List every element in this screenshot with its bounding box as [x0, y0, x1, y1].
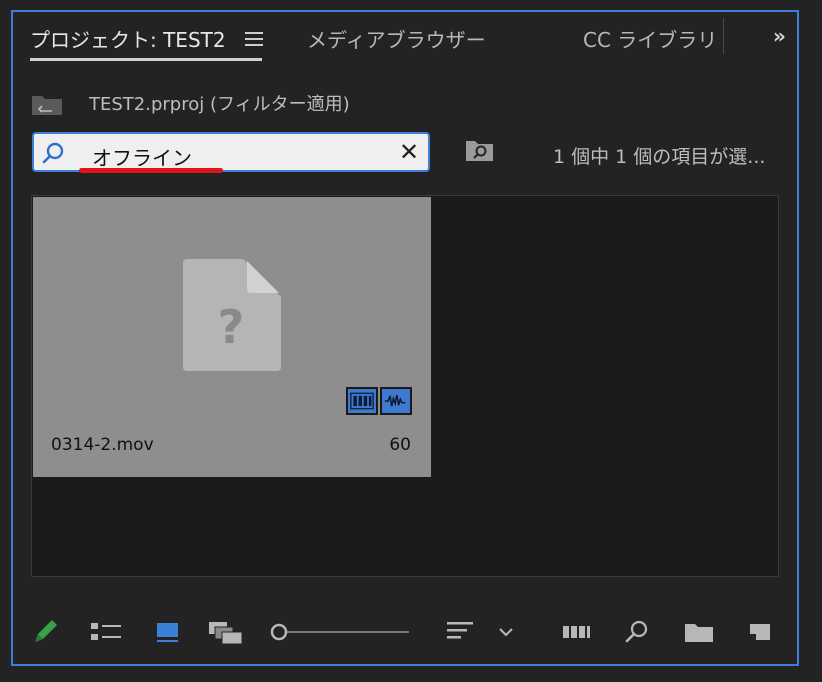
clip-type-badges [346, 387, 414, 417]
search-value: オフライン [92, 146, 192, 170]
hamburger-menu-icon[interactable] [245, 32, 263, 46]
search-input[interactable]: オフライン ✕ [32, 132, 430, 172]
new-bin-icon[interactable] [683, 618, 715, 646]
list-view-icon[interactable] [89, 618, 123, 646]
project-panel: プロジェクト: TEST2 メディアブラウザー CC ライブラリ » TEST2… [11, 10, 799, 666]
chevron-down-icon[interactable] [495, 618, 517, 646]
find-bin-icon[interactable] [465, 138, 495, 162]
find-icon[interactable] [623, 618, 651, 646]
sort-icons-icon[interactable] [445, 618, 477, 646]
pencil-icon[interactable] [31, 618, 61, 646]
clip-duration: 60 [389, 435, 411, 455]
active-tab-underline [30, 58, 262, 61]
tab-cc-libraries[interactable]: CC ライブラリ [583, 24, 717, 53]
panel-tabs: プロジェクト: TEST2 メディアブラウザー CC ライブラリ » [13, 12, 797, 61]
zoom-slider[interactable] [269, 618, 411, 646]
audio-track-icon [380, 387, 412, 415]
parent-folder-icon[interactable] [31, 92, 63, 116]
automate-to-sequence-icon[interactable] [561, 618, 595, 646]
clip-grid: ? 0314-2.mov 60 [31, 195, 779, 577]
new-item-icon[interactable] [747, 618, 773, 646]
clear-search-icon[interactable]: ✕ [398, 140, 420, 164]
bottom-toolbar [13, 612, 797, 652]
icon-view-icon[interactable] [155, 618, 181, 646]
tab-media-browser[interactable]: メディアブラウザー [307, 24, 486, 53]
tab-overflow-icon[interactable]: » [773, 24, 786, 48]
missing-file-icon: ? [183, 259, 281, 371]
svg-text:?: ? [218, 300, 245, 354]
search-icon [42, 142, 64, 164]
annotation-underline [79, 168, 223, 173]
video-track-icon [346, 387, 378, 415]
tab-project[interactable]: プロジェクト: TEST2 [30, 24, 226, 53]
project-path-row: TEST2.prproj (フィルター適用) [31, 90, 531, 118]
project-path: TEST2.prproj (フィルター適用) [89, 94, 350, 115]
clip-thumbnail[interactable]: ? 0314-2.mov 60 [33, 197, 431, 477]
freeform-view-icon[interactable] [207, 618, 245, 646]
clip-name: 0314-2.mov [51, 435, 154, 455]
tab-separator [723, 18, 724, 54]
selection-status: 1 個中 1 個の項目が選... [553, 146, 766, 168]
